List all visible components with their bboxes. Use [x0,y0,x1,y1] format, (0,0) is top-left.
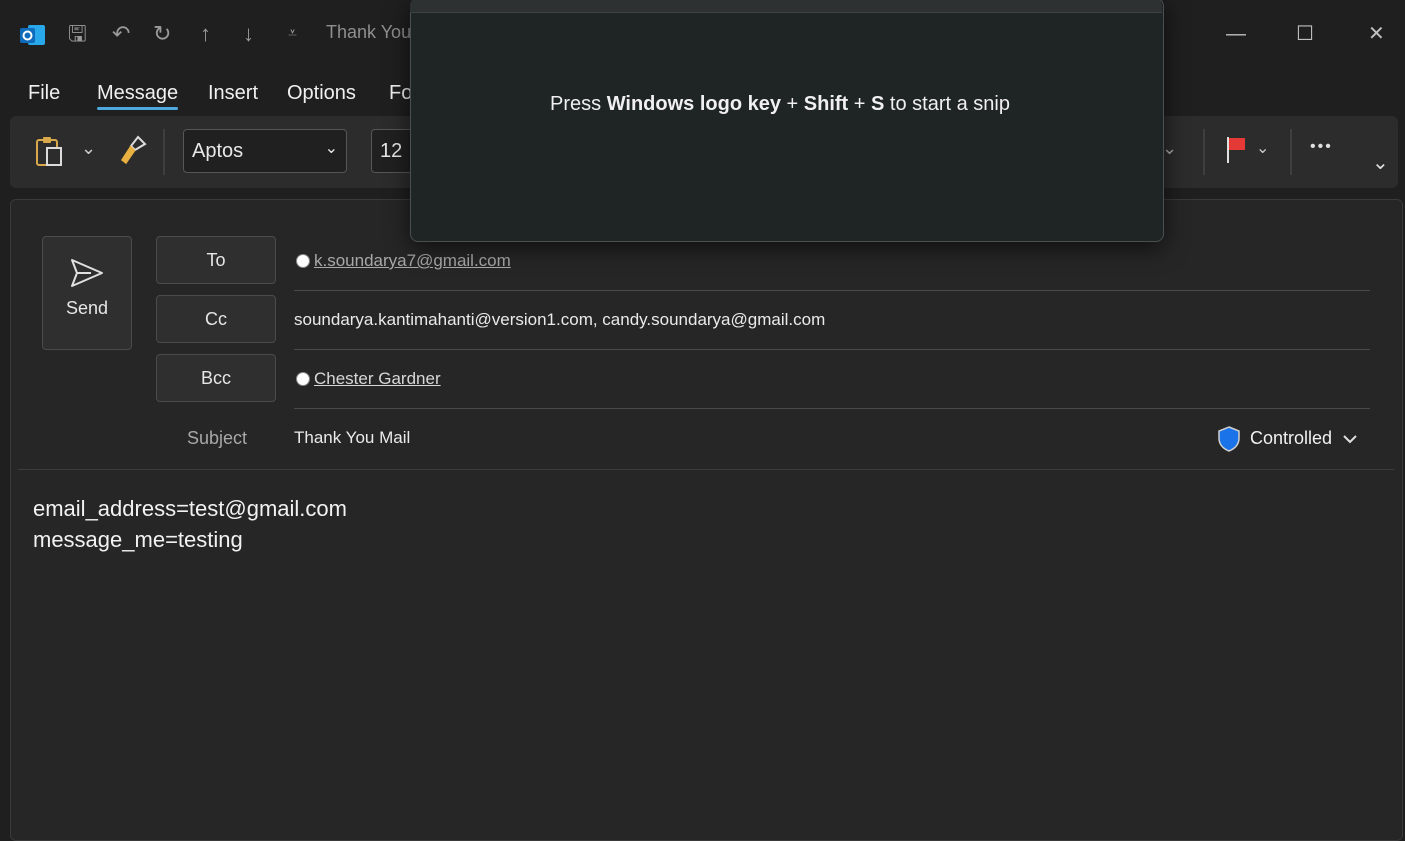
font-size-value: 12 [380,140,403,162]
maximize-button[interactable]: ☐ [1296,18,1314,50]
snip-text-pre: Press [550,93,607,115]
save-icon[interactable]: 🖫 [68,18,87,50]
snip-plus: + [780,93,804,115]
header-body-divider [18,469,1394,470]
snip-key-windows: Windows logo key [606,93,781,115]
menu-insert[interactable]: Insert [208,82,258,105]
flag-icon[interactable] [1225,135,1249,165]
close-button[interactable]: ✕ [1368,18,1385,50]
sensitivity-label[interactable]: Controlled [1250,428,1332,449]
to-button[interactable]: To [156,236,276,284]
snip-key-shift: Shift [803,93,849,115]
snip-overlay [410,0,1164,242]
redo-icon[interactable]: ↻ [153,18,171,50]
send-button[interactable]: Send [42,236,132,350]
snip-text-post: to start a snip [884,93,1010,115]
outlook-logo-icon [20,22,46,48]
bcc-field-divider [294,408,1370,409]
arrow-down-icon[interactable]: ↓ [243,18,254,50]
bcc-button[interactable]: Bcc [156,354,276,402]
chevron-down-icon: ⌄ [324,140,338,157]
ribbon-separator [1290,129,1292,175]
recipient-presence-icon [296,254,310,268]
send-icon [43,257,131,294]
menu-options[interactable]: Options [287,82,356,105]
to-recipient[interactable]: k.soundarya7@gmail.com [314,251,511,271]
arrow-up-icon[interactable]: ↑ [200,18,211,50]
menu-message[interactable]: Message [97,82,179,110]
minimize-button[interactable]: — [1226,18,1246,50]
subject-input[interactable]: Thank You Mail [294,428,410,448]
snip-key-s: S [871,93,885,115]
send-label: Send [65,298,109,318]
snip-plus: + [848,93,871,115]
more-options-icon[interactable]: ••• [1310,138,1333,156]
font-name-value: Aptos [192,140,244,162]
ribbon-expand-icon[interactable]: ⌄ [1372,150,1389,175]
snip-instruction: Press Windows logo key + Shift + S to st… [550,93,1010,116]
ribbon-separator [1203,129,1205,175]
font-name-select[interactable]: Aptos ⌄ [183,129,347,173]
format-painter-icon[interactable] [118,134,148,166]
body-line[interactable]: message_me=testing [33,527,243,553]
body-line[interactable]: email_address=test@gmail.com [33,496,347,522]
cc-button[interactable]: Cc [156,295,276,343]
chevron-down-icon[interactable] [1342,431,1358,447]
to-field-divider [294,290,1370,291]
paste-dropdown-chevron-icon[interactable]: ⌄ [81,138,96,159]
window-title: Thank You [326,22,412,42]
menu-file[interactable]: File [28,82,60,105]
shield-icon[interactable] [1217,426,1241,452]
cc-field[interactable]: soundarya.kantimahanti@version1.com, can… [294,310,825,330]
ribbon-separator [163,129,165,175]
snip-overlay-toolbar [410,0,1162,13]
paste-icon[interactable] [34,134,66,168]
cc-field-divider [294,349,1370,350]
flag-dropdown-chevron-icon[interactable]: ⌄ [1256,138,1269,158]
menu-format[interactable]: Fo [389,82,412,105]
undo-icon[interactable]: ↶ [112,18,130,50]
recipient-presence-icon [296,372,310,386]
subject-label: Subject [187,428,248,448]
bcc-recipient[interactable]: Chester Gardner [314,369,441,389]
customize-toolbar-icon[interactable]: ⩡ [288,18,297,50]
